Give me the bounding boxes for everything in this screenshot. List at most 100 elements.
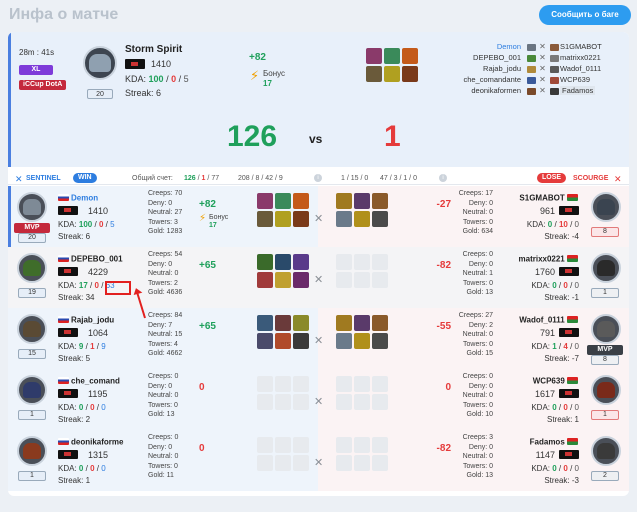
hero-avatar [83, 46, 117, 80]
opponent-name-line: Fadamos [530, 437, 580, 446]
opponent-name[interactable]: Fadamos [530, 437, 565, 446]
kda-sep: / [96, 464, 99, 473]
hero-portrait-icon [597, 321, 615, 337]
item-icon[interactable] [275, 254, 291, 270]
item-icon[interactable] [257, 315, 273, 331]
item-icon[interactable] [336, 211, 352, 227]
opponent-avatar[interactable] [591, 314, 621, 344]
stat-deny: Deny: 0 [148, 382, 173, 390]
info-icon[interactable]: i [439, 174, 447, 182]
item-icon[interactable] [366, 66, 382, 82]
player-row[interactable]: 15 Rajab_jodu 1064 KDA: 9 / 1 / 9 Streak… [8, 308, 629, 369]
item-icon[interactable] [293, 193, 309, 209]
item-icon[interactable] [293, 315, 309, 331]
player-avatar[interactable] [17, 253, 47, 283]
player-avatar[interactable] [17, 375, 47, 405]
player-name[interactable]: che_comand [71, 376, 120, 385]
player-stats: Creeps: 84 Deny: 7 Neutral: 15 Towers: 4… [148, 311, 182, 359]
stat-creeps: Creeps: 17 [458, 190, 493, 197]
player-avatar[interactable] [17, 314, 47, 344]
score-part: 126 [184, 175, 196, 182]
item-icon[interactable] [402, 48, 418, 64]
item-icon[interactable] [293, 211, 309, 227]
player-name[interactable]: deonikaforme [71, 437, 123, 446]
item-icon[interactable] [257, 211, 273, 227]
item-icon[interactable] [275, 211, 291, 227]
scourge-totals: 47 / 3 / 1 / 0 [380, 175, 417, 182]
sentinel-label: SENTINEL [26, 175, 61, 182]
opponent-streak: Streak: 1 [546, 415, 579, 424]
hero-portrait-icon [597, 382, 615, 398]
item-icon[interactable] [275, 333, 291, 349]
item-icon[interactable] [336, 315, 352, 331]
player-row[interactable]: 1 deonikaforme 1315 KDA: 0 / 0 / 0 Strea… [8, 430, 629, 491]
kda-kills: 17 [78, 281, 88, 290]
item-icon[interactable] [354, 333, 370, 349]
item-icon[interactable] [372, 193, 388, 209]
opponent-avatar[interactable] [591, 192, 621, 222]
info-icon[interactable]: i [314, 174, 322, 182]
kda-label: KDA: [58, 464, 77, 473]
item-icon[interactable] [366, 48, 382, 64]
stat-neutral: Neutral: 1 [462, 270, 493, 277]
roster-row[interactable]: DEPEBO_001 ✕ matrixx0221 [429, 53, 629, 64]
item-icon[interactable] [257, 333, 273, 349]
player-level: 1 [18, 410, 46, 420]
item-icon[interactable] [354, 193, 370, 209]
hero-mmr: 1410 [151, 59, 172, 69]
item-icon[interactable] [402, 66, 418, 82]
opponent-name[interactable]: WCP639 [533, 376, 565, 385]
player-avatar[interactable] [17, 436, 47, 466]
item-icon[interactable] [384, 66, 400, 82]
report-bug-button[interactable]: Сообщить о баге [539, 5, 631, 25]
item-icon[interactable] [257, 193, 273, 209]
item-icon[interactable] [336, 193, 352, 209]
sentinel-score: 126 / 1 / 77 [184, 175, 219, 182]
player-name[interactable]: Rajab_jodu [71, 315, 114, 324]
mmr-delta: 0 [199, 382, 205, 393]
item-icon[interactable] [293, 333, 309, 349]
opponent-name[interactable]: S1GMABOT [519, 193, 564, 202]
item-icon[interactable] [372, 333, 388, 349]
player-streak: Streak: 6 [58, 232, 91, 241]
player-avatar[interactable] [17, 192, 47, 222]
item-icon[interactable] [336, 333, 352, 349]
country-flag-icon [58, 316, 69, 324]
stat-deny: Deny: 0 [148, 199, 173, 207]
item-icon[interactable] [293, 254, 309, 270]
rank-flag-icon [125, 59, 145, 69]
item-icon[interactable] [275, 315, 291, 331]
item-icon[interactable] [384, 48, 400, 64]
player-name[interactable]: DEPEBO_001 [71, 254, 123, 263]
kda-sep: / [178, 74, 182, 84]
opponent-avatar[interactable] [591, 253, 621, 283]
item-icon[interactable] [275, 193, 291, 209]
stat-neutral: Neutral: 0 [148, 270, 179, 277]
roster-row[interactable]: Demon ✕ S1GMABOT [429, 42, 629, 53]
item-icon[interactable] [257, 254, 273, 270]
player-name[interactable]: Demon [71, 193, 98, 202]
opponent-avatar[interactable] [591, 436, 621, 466]
kda-deaths: 0 [563, 403, 568, 412]
country-flag-icon [567, 194, 578, 202]
player-row[interactable]: 19 DEPEBO_001 4229 KDA: 17 / 0 / 63 Stre… [8, 247, 629, 308]
roster-row[interactable]: Rajab_jodu ✕ Wadof_0111 [429, 64, 629, 75]
item-icon[interactable] [372, 315, 388, 331]
opponent-name[interactable]: matrixx0221 [519, 254, 565, 263]
player-kda: KDA: 0 / 0 / 0 [58, 403, 106, 412]
opponent-avatar[interactable] [591, 375, 621, 405]
opponent-kda: KDA: 0 / 0 / 0 [531, 464, 579, 473]
player-row[interactable]: MVP 20 Demon 1410 KDA: 100 / 0 / 5 Strea… [8, 186, 629, 247]
item-icon[interactable] [275, 272, 291, 288]
item-icon[interactable] [372, 211, 388, 227]
item-icon[interactable] [293, 272, 309, 288]
roster-row[interactable]: deonikaformen ✕ Fadamos [429, 86, 629, 97]
hero-portrait-icon [597, 443, 615, 459]
roster-row[interactable]: che_comandante ✕ WCP639 [429, 75, 629, 86]
item-icon[interactable] [354, 315, 370, 331]
item-icon[interactable] [354, 211, 370, 227]
hero-mini-icon [527, 66, 536, 73]
item-icon[interactable] [257, 272, 273, 288]
opponent-name[interactable]: Wadof_0111 [519, 315, 565, 324]
player-row[interactable]: 1 che_comand 1195 KDA: 0 / 0 / 0 Streak:… [8, 369, 629, 430]
